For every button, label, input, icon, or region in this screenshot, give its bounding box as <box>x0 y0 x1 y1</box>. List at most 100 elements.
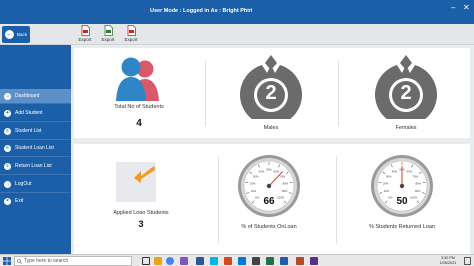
returned-gauge: 0%10%20%30%40%50%60%70%80%90%100% <box>371 155 433 217</box>
females-value: 2 <box>400 82 412 104</box>
stats-card-bottom: Applied Loan Students 3 0% 10% 20% 30% 40% 50… <box>74 144 470 255</box>
onloan-label: % of Students OnLoan <box>241 224 297 230</box>
pdf-icon <box>81 25 90 36</box>
back-button[interactable]: ← Back <box>2 26 30 43</box>
sidebar-item-label: Student List <box>15 128 42 134</box>
word-icon[interactable] <box>196 257 204 265</box>
gauge-tick-label: 40% <box>392 169 398 173</box>
divider <box>218 156 219 244</box>
back-arrow-icon: ← <box>5 30 14 39</box>
export-pdf-button[interactable]: Export <box>75 24 95 45</box>
export-label: Export <box>78 37 92 42</box>
sidebar-divider <box>0 156 71 157</box>
gauge-tick-label: 10% <box>384 189 390 193</box>
back-label: Back <box>17 32 28 37</box>
sidebar-item-student-list[interactable]: ≡ Student List <box>0 124 71 138</box>
gauge-tick-label: 90% <box>415 189 421 193</box>
gauge-tick-label: 30% <box>386 174 392 178</box>
sidebar-divider <box>0 103 71 104</box>
app-icon[interactable] <box>252 257 260 265</box>
windows-start-icon[interactable] <box>3 257 11 265</box>
toolbar: ← Back Export Export Export <box>0 24 474 45</box>
gauge-tick-label: 90% <box>282 189 288 193</box>
females-label: Females <box>395 125 417 131</box>
pdf-icon <box>127 25 136 36</box>
sidebar-item-label: Student Loan List <box>15 145 54 151</box>
search-placeholder: Type here to search <box>24 258 69 264</box>
sidebar-item-exit[interactable]: × Exit <box>0 194 71 208</box>
total-students-value: 4 <box>136 118 142 129</box>
export-excel-button[interactable]: Export <box>98 24 118 45</box>
gauge-tick-label: 70% <box>280 174 286 178</box>
logout-icon: → <box>4 180 11 188</box>
gauge-tick-label: 70% <box>413 174 419 178</box>
gauge-tick-label: 20% <box>383 181 389 185</box>
sidebar: ⌂ Dashboard + Add Student ≡ Student List… <box>0 45 71 255</box>
sidebar-item-return-loan-list[interactable]: ≡ Return Loan List <box>0 159 71 173</box>
dashboard-panel: Total No of Students 4 2 Males 2 Females <box>74 48 474 255</box>
store-icon[interactable] <box>238 257 246 265</box>
sidebar-divider <box>0 121 71 122</box>
students-icon <box>116 57 159 101</box>
home-icon: ⌂ <box>4 92 11 100</box>
app-icon[interactable] <box>310 257 318 265</box>
app-icon[interactable] <box>280 257 288 265</box>
gauge-tick-label: 30% <box>253 174 259 178</box>
search-icon <box>17 258 22 264</box>
sidebar-divider <box>0 192 71 193</box>
excel-taskbar-icon[interactable] <box>266 257 274 265</box>
sidebar-item-add-student[interactable]: + Add Student <box>0 106 71 120</box>
taskbar-search-input[interactable]: Type here to search <box>14 256 132 266</box>
skype-icon[interactable] <box>210 257 218 265</box>
close-button[interactable]: ✕ <box>463 4 470 12</box>
title-bar: User Mode : Logged in As : Bright Phiri … <box>0 0 474 24</box>
applied-loan-value: 3 <box>138 219 144 229</box>
divider <box>338 60 339 126</box>
sidebar-item-label: LogOut <box>15 181 32 187</box>
gauge-tick-label: 60% <box>407 169 413 173</box>
export-label: Export <box>124 37 138 42</box>
sidebar-item-student-loan-list[interactable]: ≡ Student Loan List <box>0 141 71 155</box>
file-explorer-icon[interactable] <box>154 257 162 265</box>
exit-icon: × <box>4 197 11 205</box>
returned-label: % Students Returned Loan <box>368 224 436 230</box>
gauge-tick-label: 80% <box>282 181 288 185</box>
clock[interactable]: 3:30 PM 1/26/2021 <box>436 256 460 266</box>
sidebar-item-label: Return Loan List <box>15 163 52 169</box>
onloan-gauge: 0%10%20%30%40% 50% 60%70%80%90%100% <box>238 155 300 217</box>
total-students-label: Total No of Students <box>114 104 164 110</box>
males-label: Males <box>263 125 279 131</box>
divider <box>336 156 337 244</box>
powerpoint-icon[interactable] <box>224 257 232 265</box>
user-mode-label: User Mode : Logged in As : Bright Phiri <box>150 8 253 14</box>
gauge-tick-label: 20% <box>250 181 256 185</box>
sidebar-item-logout[interactable]: → LogOut <box>0 177 71 191</box>
gauge-tick-label: 80% <box>415 181 421 185</box>
list-icon: ≡ <box>4 144 11 152</box>
gauge-tick-label: 50% <box>266 168 272 172</box>
list-icon: ≡ <box>4 162 11 170</box>
minimize-button[interactable]: – <box>451 4 455 12</box>
males-value: 2 <box>265 82 277 104</box>
sidebar-item-dashboard[interactable]: ⌂ Dashboard <box>0 89 71 103</box>
notification-icon[interactable] <box>464 257 471 265</box>
applied-loan-label: Applied Loan Students <box>113 210 169 216</box>
gauge-tick-label: 60% <box>274 169 280 173</box>
gauge-tick-label: 10% <box>251 189 257 193</box>
divider <box>205 60 206 126</box>
excel-icon <box>104 25 113 36</box>
chrome-icon[interactable] <box>166 257 174 265</box>
list-icon: ≡ <box>4 127 11 135</box>
returned-value: 50 <box>396 196 408 207</box>
taskbar: Type here to search 3:30 PM 1/26/2021 <box>0 254 474 266</box>
export-label: Export <box>101 37 115 42</box>
plus-icon: + <box>4 109 11 117</box>
sidebar-item-label: Dashboard <box>15 93 40 99</box>
app-icon[interactable] <box>296 257 304 265</box>
sidebar-item-label: Exit <box>15 198 24 204</box>
sidebar-item-label: Add Student <box>15 110 43 116</box>
orange-arrow-icon <box>134 166 155 183</box>
task-view-icon[interactable] <box>142 257 150 265</box>
visual-studio-icon[interactable] <box>180 257 188 265</box>
export-pdf-button-2[interactable]: Export <box>121 24 141 45</box>
